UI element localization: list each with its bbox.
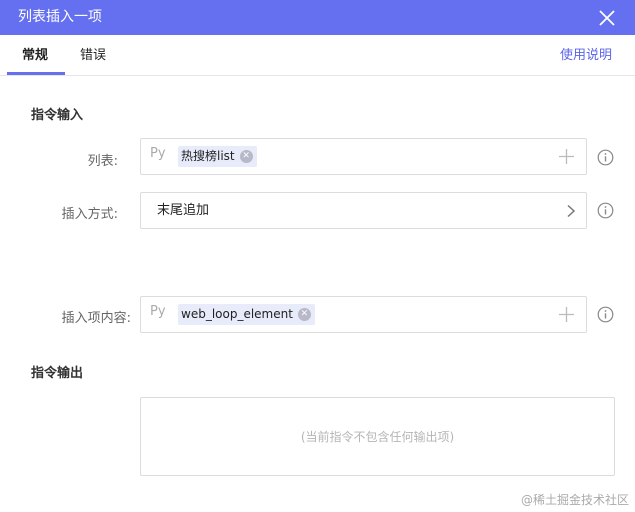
list-field[interactable]: Py 热搜榜list ✕ (140, 138, 587, 175)
chevron-right-icon (567, 204, 576, 218)
list-variable-chip: 热搜榜list ✕ (178, 146, 257, 167)
close-icon[interactable] (597, 8, 617, 28)
item-content-field[interactable]: Py web_loop_element ✕ (140, 296, 587, 333)
item-content-label: 插入项内容: (61, 311, 131, 326)
plus-icon[interactable] (558, 148, 575, 165)
output-section-title: 指令输出 (31, 366, 84, 381)
output-empty-text: (当前指令不包含任何输出项) (300, 430, 455, 444)
item-variable-name: web_loop_element (181, 307, 293, 321)
remove-chip-icon[interactable]: ✕ (239, 150, 253, 163)
info-icon[interactable] (597, 202, 614, 219)
dialog-titlebar: 列表插入一项 (0, 0, 635, 35)
help-link[interactable]: 使用说明 (560, 35, 612, 76)
python-prefix: Py (150, 146, 166, 161)
remove-chip-icon[interactable]: ✕ (297, 308, 311, 321)
tab-general[interactable]: 常规 (22, 35, 48, 76)
dialog-title: 列表插入一项 (18, 9, 102, 25)
input-section-title: 指令输入 (31, 108, 84, 123)
tab-errors[interactable]: 错误 (80, 35, 106, 76)
insert-mode-select[interactable]: 末尾追加 (140, 192, 587, 229)
info-icon[interactable] (597, 306, 614, 323)
item-variable-chip: web_loop_element ✕ (178, 304, 315, 325)
insert-mode-label: 插入方式: (61, 207, 118, 222)
tab-bar: 常规 错误 使用说明 (0, 35, 635, 76)
list-field-label: 列表: (87, 154, 118, 169)
insert-mode-value: 末尾追加 (157, 203, 210, 218)
plus-icon[interactable] (558, 306, 575, 323)
info-icon[interactable] (597, 149, 614, 166)
list-variable-name: 热搜榜list (181, 149, 235, 163)
python-prefix: Py (150, 304, 166, 319)
watermark: @稀土掘金技术社区 (520, 493, 629, 507)
active-tab-indicator (7, 72, 65, 75)
output-area: (当前指令不包含任何输出项) (140, 397, 615, 476)
